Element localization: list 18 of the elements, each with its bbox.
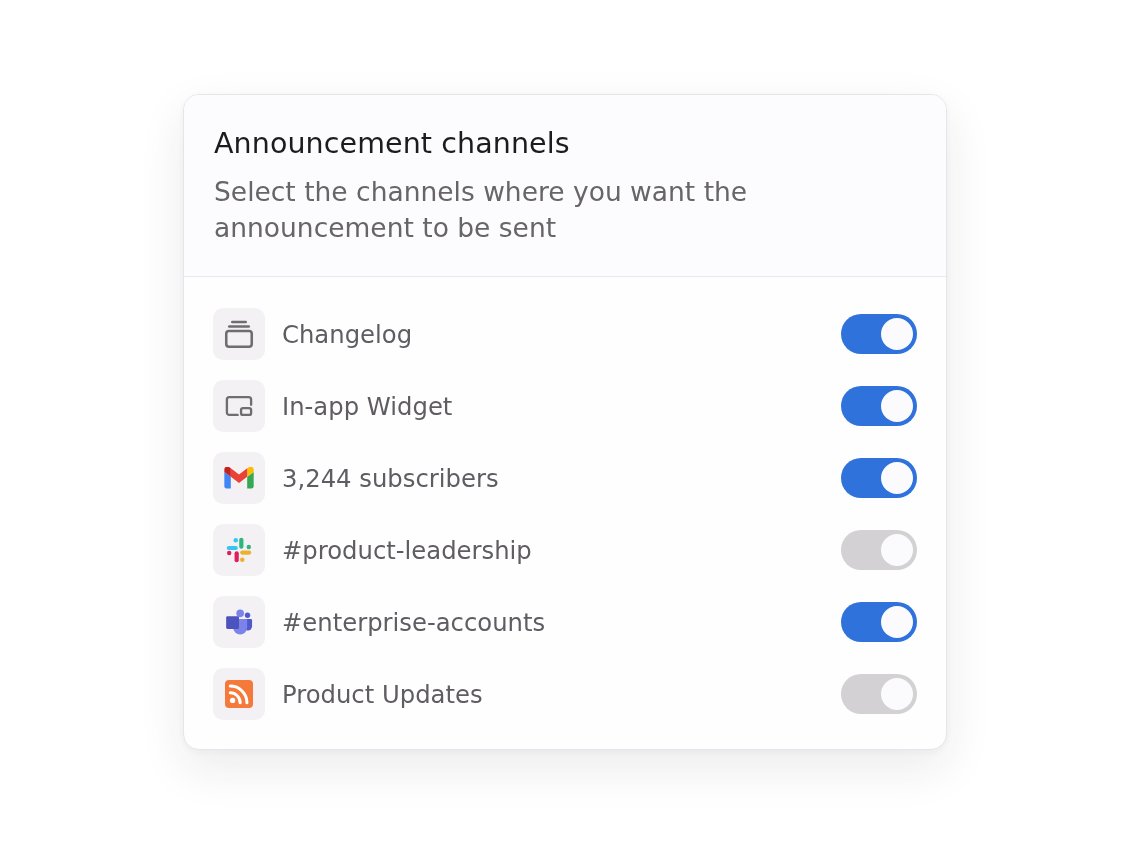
channel-label: 3,244 subscribers (282, 463, 500, 493)
channel-label: #enterprise-accounts (282, 607, 547, 637)
channel-label: Changelog (282, 319, 414, 349)
channel-label: Product Updates (282, 679, 484, 709)
stacked-cards-icon (213, 308, 265, 360)
people-icon (213, 596, 265, 648)
toggle-switch[interactable] (841, 314, 917, 354)
pinwheel-icon (213, 524, 265, 576)
rss-icon (213, 668, 265, 720)
channel-label: #product-leadership (282, 535, 533, 565)
mail-icon (213, 452, 265, 504)
toggle-switch[interactable] (841, 602, 917, 642)
window-icon (213, 380, 265, 432)
toggle-switch[interactable] (841, 458, 917, 498)
card-title: Announcement channels (214, 126, 571, 162)
channel-label: In-app Widget (282, 391, 454, 421)
toggle-switch[interactable] (841, 386, 917, 426)
card-description: Select the channels where you want the announcement to be sent (214, 175, 749, 245)
